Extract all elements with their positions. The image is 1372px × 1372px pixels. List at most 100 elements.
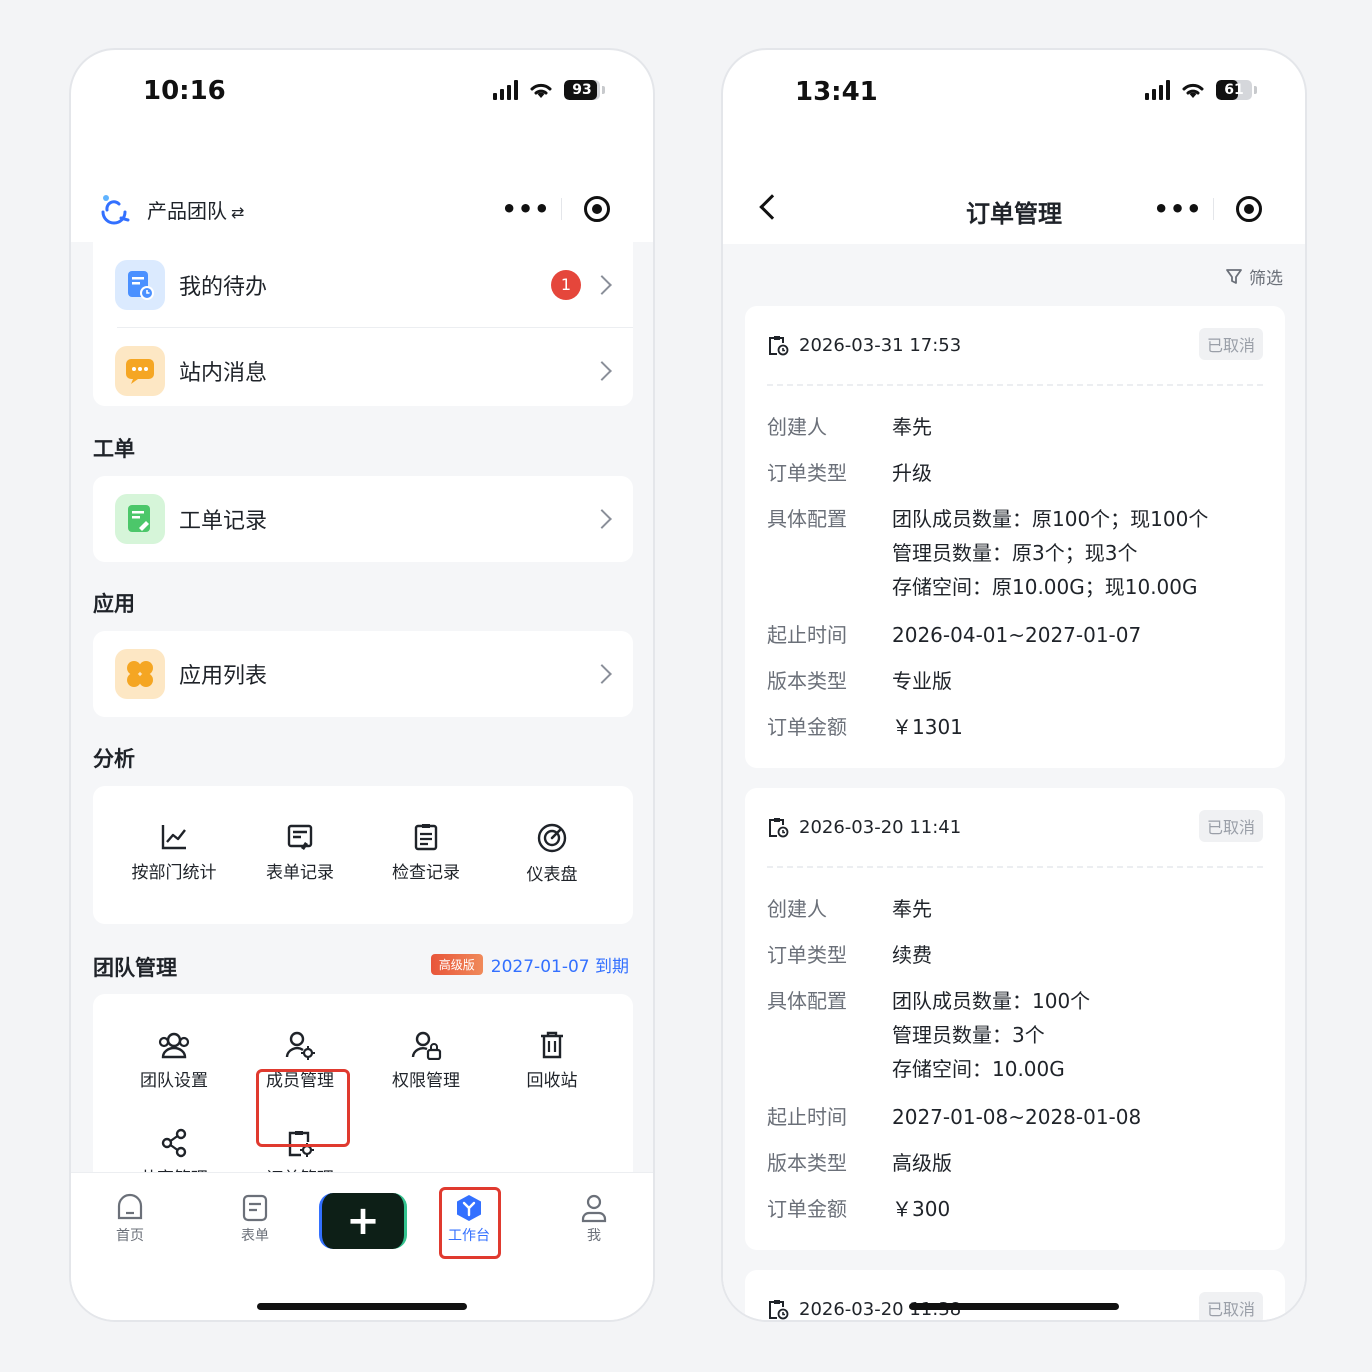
status-icons: 61 bbox=[1145, 80, 1257, 100]
filter-button[interactable]: 筛选 bbox=[1225, 264, 1283, 289]
home-indicator bbox=[909, 1303, 1119, 1310]
close-target-icon[interactable] bbox=[1214, 196, 1283, 222]
field-edition: 版本类型 专业版 bbox=[767, 664, 952, 698]
field-label: 起止时间 bbox=[767, 623, 847, 647]
team-switcher[interactable]: 产品团队 ⇄ bbox=[147, 195, 244, 224]
tab-label: 首页 bbox=[116, 1228, 144, 1244]
battery-level: 93 bbox=[572, 82, 592, 98]
signal-icon bbox=[493, 80, 518, 100]
field-value: 升级 bbox=[892, 461, 932, 485]
home-icon bbox=[117, 1193, 143, 1220]
tab-bar: 首页 表单 + 工作台 我 bbox=[71, 1172, 653, 1320]
add-button[interactable]: + bbox=[319, 1193, 407, 1249]
phone-order-management: 13:41 61 订单管理 ••• 筛选 2026-03-31 17:53 已取… bbox=[721, 48, 1307, 1322]
order-card[interactable]: 2026-03-20 11:41 已取消 创建人 奉先 订单类型 续费 具体配置 团… bbox=[745, 788, 1285, 1250]
battery-icon: 61 bbox=[1216, 80, 1257, 100]
grid-item-dashboard[interactable]: 仪表盘 bbox=[489, 822, 615, 885]
grid-item-label: 仪表盘 bbox=[526, 865, 578, 885]
grid-item-label: 团队设置 bbox=[140, 1071, 208, 1091]
list-item-todo[interactable]: 我的待办 1 bbox=[93, 242, 633, 328]
expire-date: 2027-01-07 到期 bbox=[490, 957, 629, 977]
field-value: 2027-01-08~2028-01-08 bbox=[892, 1105, 1142, 1129]
field-type: 订单类型 升级 bbox=[767, 456, 932, 490]
app-grid-icon bbox=[115, 649, 165, 699]
status-time: 13:41 bbox=[795, 77, 878, 107]
top-list-card: 我的待办 1 站内消息 bbox=[93, 242, 633, 406]
analysis-card: 按部门统计 表单记录 检查记录 仪表盘 bbox=[93, 786, 633, 924]
field-label: 具体配置 bbox=[767, 507, 847, 531]
order-card[interactable]: 2026-03-31 17:53 已取消 创建人 奉先 订单类型 升级 具体配置 团… bbox=[745, 306, 1285, 768]
workorder-card: 工单记录 bbox=[93, 476, 633, 562]
highlight-workbench-tab bbox=[439, 1187, 501, 1259]
grid-item-recycle-bin[interactable]: 回收站 bbox=[489, 1030, 615, 1091]
field-amount: 订单金额 ￥300 bbox=[767, 1192, 950, 1226]
order-header: 2026-03-31 17:53 bbox=[767, 334, 961, 356]
grid-item-team-settings[interactable]: 团队设置 bbox=[111, 1030, 237, 1091]
grid-item-label: 检查记录 bbox=[392, 863, 460, 883]
field-value: 奉先 bbox=[892, 415, 932, 439]
field-label: 订单类型 bbox=[767, 943, 847, 967]
list-item-messages[interactable]: 站内消息 bbox=[93, 328, 633, 414]
field-label: 创建人 bbox=[767, 897, 827, 921]
config-line: 存储空间：10.00G bbox=[892, 1057, 1065, 1081]
home-indicator bbox=[257, 1303, 467, 1310]
field-label: 订单金额 bbox=[767, 1197, 847, 1221]
field-value: 专业版 bbox=[892, 669, 952, 693]
grid-item-dept-stats[interactable]: 按部门统计 bbox=[111, 822, 237, 885]
status-icons: 93 bbox=[493, 80, 605, 100]
tab-me[interactable]: 我 bbox=[554, 1193, 634, 1245]
field-value: 高级版 bbox=[892, 1151, 952, 1175]
subscription-info[interactable]: 高级版 2027-01-07 到期 bbox=[430, 952, 629, 977]
field-value: ￥1301 bbox=[892, 715, 963, 739]
permission-icon bbox=[411, 1031, 442, 1060]
field-label: 具体配置 bbox=[767, 989, 847, 1013]
field-creator: 创建人 奉先 bbox=[767, 410, 932, 444]
order-time-icon bbox=[769, 818, 789, 838]
status-bar: 10:16 93 bbox=[71, 50, 653, 134]
field-label: 版本类型 bbox=[767, 1151, 847, 1175]
more-icon[interactable]: ••• bbox=[1143, 186, 1213, 232]
order-list[interactable]: 筛选 2026-03-31 17:53 已取消 创建人 奉先 订单类型 升级 具体配… bbox=[723, 244, 1305, 1320]
team-icon bbox=[158, 1032, 190, 1059]
tab-forms[interactable]: 表单 bbox=[215, 1193, 295, 1245]
todo-icon bbox=[115, 260, 165, 310]
config-line: 团队成员数量：100个 bbox=[892, 989, 1091, 1013]
field-value: 续费 bbox=[892, 943, 932, 967]
grid-item-label: 回收站 bbox=[526, 1071, 578, 1091]
field-period: 起止时间 2027-01-08~2028-01-08 bbox=[767, 1100, 1141, 1134]
member-settings-icon bbox=[285, 1031, 315, 1060]
more-icon[interactable]: ••• bbox=[491, 186, 561, 232]
chevron-right-icon bbox=[592, 664, 612, 684]
section-title-team-mgmt: 团队管理 bbox=[93, 956, 177, 980]
list-item-label: 应用列表 bbox=[179, 664, 268, 689]
list-item-app-list[interactable]: 应用列表 bbox=[93, 631, 633, 717]
list-item-label: 我的待办 bbox=[179, 275, 268, 300]
highlight-order-mgmt bbox=[256, 1069, 350, 1147]
order-time-icon bbox=[769, 336, 789, 356]
field-value: 2026-04-01~2027-01-07 bbox=[892, 623, 1142, 647]
grid-item-check-records[interactable]: 检查记录 bbox=[363, 822, 489, 885]
list-item-workorder-records[interactable]: 工单记录 bbox=[93, 476, 633, 562]
section-title-workorder: 工单 bbox=[93, 437, 135, 461]
field-label: 订单金额 bbox=[767, 715, 847, 739]
tab-home[interactable]: 首页 bbox=[90, 1193, 170, 1245]
order-time: 2026-03-20 11:41 bbox=[799, 816, 962, 838]
order-card[interactable]: 2026-03-20 11:38 已取消 bbox=[745, 1270, 1285, 1320]
close-target-icon[interactable] bbox=[562, 196, 631, 222]
grid-item-form-records[interactable]: 表单记录 bbox=[237, 822, 363, 885]
list-item-label: 工单记录 bbox=[179, 509, 268, 534]
field-label: 订单类型 bbox=[767, 461, 847, 485]
status-bar: 13:41 61 bbox=[723, 50, 1305, 134]
grid-item-permission-mgmt[interactable]: 权限管理 bbox=[363, 1030, 489, 1091]
filter-label: 筛选 bbox=[1249, 269, 1283, 289]
mini-program-capsule: ••• bbox=[491, 186, 631, 232]
battery-icon: 93 bbox=[564, 80, 605, 100]
apps-card: 应用列表 bbox=[93, 631, 633, 717]
share-icon bbox=[161, 1128, 187, 1158]
workbench-content[interactable]: 我的待办 1 站内消息 工单 工单记录 应用 应用列表 分析 按部门统计 表单记… bbox=[71, 242, 653, 1234]
order-time: 2026-03-31 17:53 bbox=[799, 334, 962, 356]
grid-item-label: 按部门统计 bbox=[131, 863, 217, 883]
field-edition: 版本类型 高级版 bbox=[767, 1146, 952, 1180]
filter-icon bbox=[1226, 268, 1242, 284]
switch-icon: ⇄ bbox=[231, 203, 245, 222]
